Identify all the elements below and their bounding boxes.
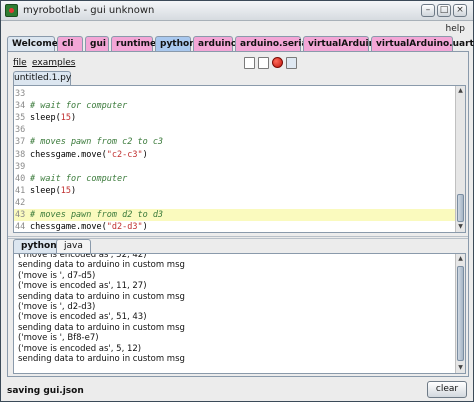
scroll-up-icon[interactable]: ▲ (456, 254, 465, 263)
editor-line[interactable]: 39 (14, 161, 455, 173)
file-tab[interactable]: untitled.1.py (13, 71, 71, 86)
service-tabs: Welcome cli gui runtime python arduino a… (7, 36, 474, 52)
console-line: ('move is encoded as', 5, 12) (18, 343, 142, 354)
console-line: sending data to arduino in custom msg (18, 322, 185, 333)
line-number: 42 (15, 197, 26, 208)
code-token: chessgame.move( (30, 222, 107, 233)
scroll-down-icon[interactable]: ▼ (456, 363, 465, 372)
editor-scrollbar[interactable]: ▲ ▼ (455, 86, 465, 232)
tab-arduino-serial[interactable]: arduino.serial (235, 36, 311, 52)
tab-gui[interactable]: gui (85, 36, 109, 52)
robot-app-icon (5, 4, 18, 17)
console-line: ('move is encoded as', 52, 42) (18, 253, 147, 260)
editor-line[interactable]: 37 # moves pawn from c2 to c3 (14, 136, 455, 148)
code-comment: # moves pawn from d2 to d3 (30, 210, 164, 220)
python-panel: file examples untitled.1.py 33 34 # wait f… (7, 51, 469, 377)
code-token: ) (142, 149, 148, 160)
code-token: chessgame.move( (30, 149, 107, 160)
console-line: ('move is ', d2-d3) (18, 302, 96, 312)
minimize-button[interactable]: – (421, 4, 435, 17)
new-file-icon[interactable] (244, 57, 255, 69)
clear-button[interactable]: clear (427, 381, 467, 398)
console-line: sending data to arduino in custom msg (18, 354, 185, 364)
status-text: saving gui.json (7, 386, 84, 396)
code-token: sleep( (30, 113, 61, 124)
tab-virtual-arduino-uart[interactable]: virtualArduino.uart (371, 36, 474, 52)
code-comment: # wait for computer (30, 101, 128, 112)
editor-line[interactable]: 38 chessgame.move("c2-c3") (14, 149, 455, 161)
console-line: ('move is encoded as', 51, 43) (18, 312, 147, 323)
console-line: sending data to arduino in custom msg (18, 291, 185, 302)
editor-scroll-thumb[interactable] (457, 194, 464, 222)
tab-arduino[interactable]: arduino (193, 36, 237, 52)
line-number: 40 (15, 173, 26, 184)
code-token: ) (142, 222, 148, 233)
line-number: 43 (15, 210, 26, 220)
code-token: sleep( (30, 185, 61, 196)
code-token: "c2-c3" (106, 149, 143, 160)
console-scroll-thumb[interactable] (457, 266, 464, 361)
editor-line[interactable]: 33 (14, 88, 455, 100)
line-number: 41 (15, 185, 26, 196)
examples-menu[interactable]: examples (32, 58, 75, 68)
tab-welcome[interactable]: Welcome (7, 36, 58, 52)
open-file-icon[interactable] (258, 57, 269, 69)
editor-line[interactable]: 42 (14, 197, 455, 209)
editor-line[interactable]: 44 chessgame.move("d2-d3") (14, 221, 455, 233)
tab-virtual-arduino[interactable]: virtualArduino (303, 36, 381, 52)
editor-line[interactable]: 34 # wait for computer (14, 100, 455, 112)
line-number: 36 (15, 125, 26, 136)
file-menu[interactable]: file (13, 58, 27, 68)
code-token: ) (70, 185, 77, 196)
console-line: ('move is encoded as', 11, 27) (18, 281, 147, 292)
line-number: 39 (15, 161, 26, 172)
app-window: myrobotlab - gui unknown – □ × help Welc… (0, 0, 474, 402)
maximize-button[interactable]: □ (437, 4, 451, 17)
editor-line[interactable]: 40 # wait for computer (14, 173, 455, 185)
code-comment: # wait for computer (30, 173, 128, 184)
tab-cli[interactable]: cli (57, 36, 83, 52)
editor-line[interactable]: 43 # moves pawn from d2 to d3 (14, 209, 455, 222)
scroll-down-icon[interactable]: ▼ (456, 222, 465, 231)
editor-line[interactable]: 36 (14, 124, 455, 136)
execute-icon[interactable] (272, 57, 283, 68)
code-comment: # moves pawn from c2 to c3 (30, 137, 164, 148)
help-menu[interactable]: help (446, 24, 465, 34)
console-tab-java[interactable]: java (56, 239, 91, 254)
line-number: 37 (15, 137, 26, 148)
close-button[interactable]: × (453, 4, 467, 17)
save-icon[interactable] (286, 57, 297, 69)
code-token: 15 (60, 113, 71, 124)
editor-line[interactable]: 41 sleep(15) (14, 185, 455, 197)
tab-runtime[interactable]: runtime (111, 36, 156, 52)
console-scrollbar[interactable]: ▲ ▼ (455, 254, 465, 373)
title-bar[interactable]: myrobotlab - gui unknown – □ × (1, 1, 473, 21)
code-token: ) (70, 113, 77, 124)
code-editor[interactable]: 33 34 # wait for computer 35 sleep(15) 36 37 # … (13, 85, 466, 233)
editor-line[interactable]: 35 sleep(15) (14, 112, 455, 124)
line-number: 33 (15, 89, 26, 99)
tab-python[interactable]: python (155, 36, 196, 52)
code-token: "d2-d3" (106, 222, 143, 233)
console-output[interactable]: ('move is encoded as', 52, 42) sending da… (13, 253, 466, 374)
line-number: 44 (15, 222, 26, 233)
console-line: ('move is ', d7-d5) (18, 270, 96, 281)
line-number: 38 (15, 149, 26, 160)
code-token: 15 (60, 185, 71, 196)
line-number: 34 (15, 101, 26, 112)
scroll-up-icon[interactable]: ▲ (456, 86, 465, 95)
window-title: myrobotlab - gui unknown (23, 5, 155, 16)
line-number: 35 (15, 113, 26, 124)
console-line: ('move is ', Bf8-e7) (18, 333, 99, 344)
console-line: sending data to arduino in custom msg (18, 260, 185, 271)
